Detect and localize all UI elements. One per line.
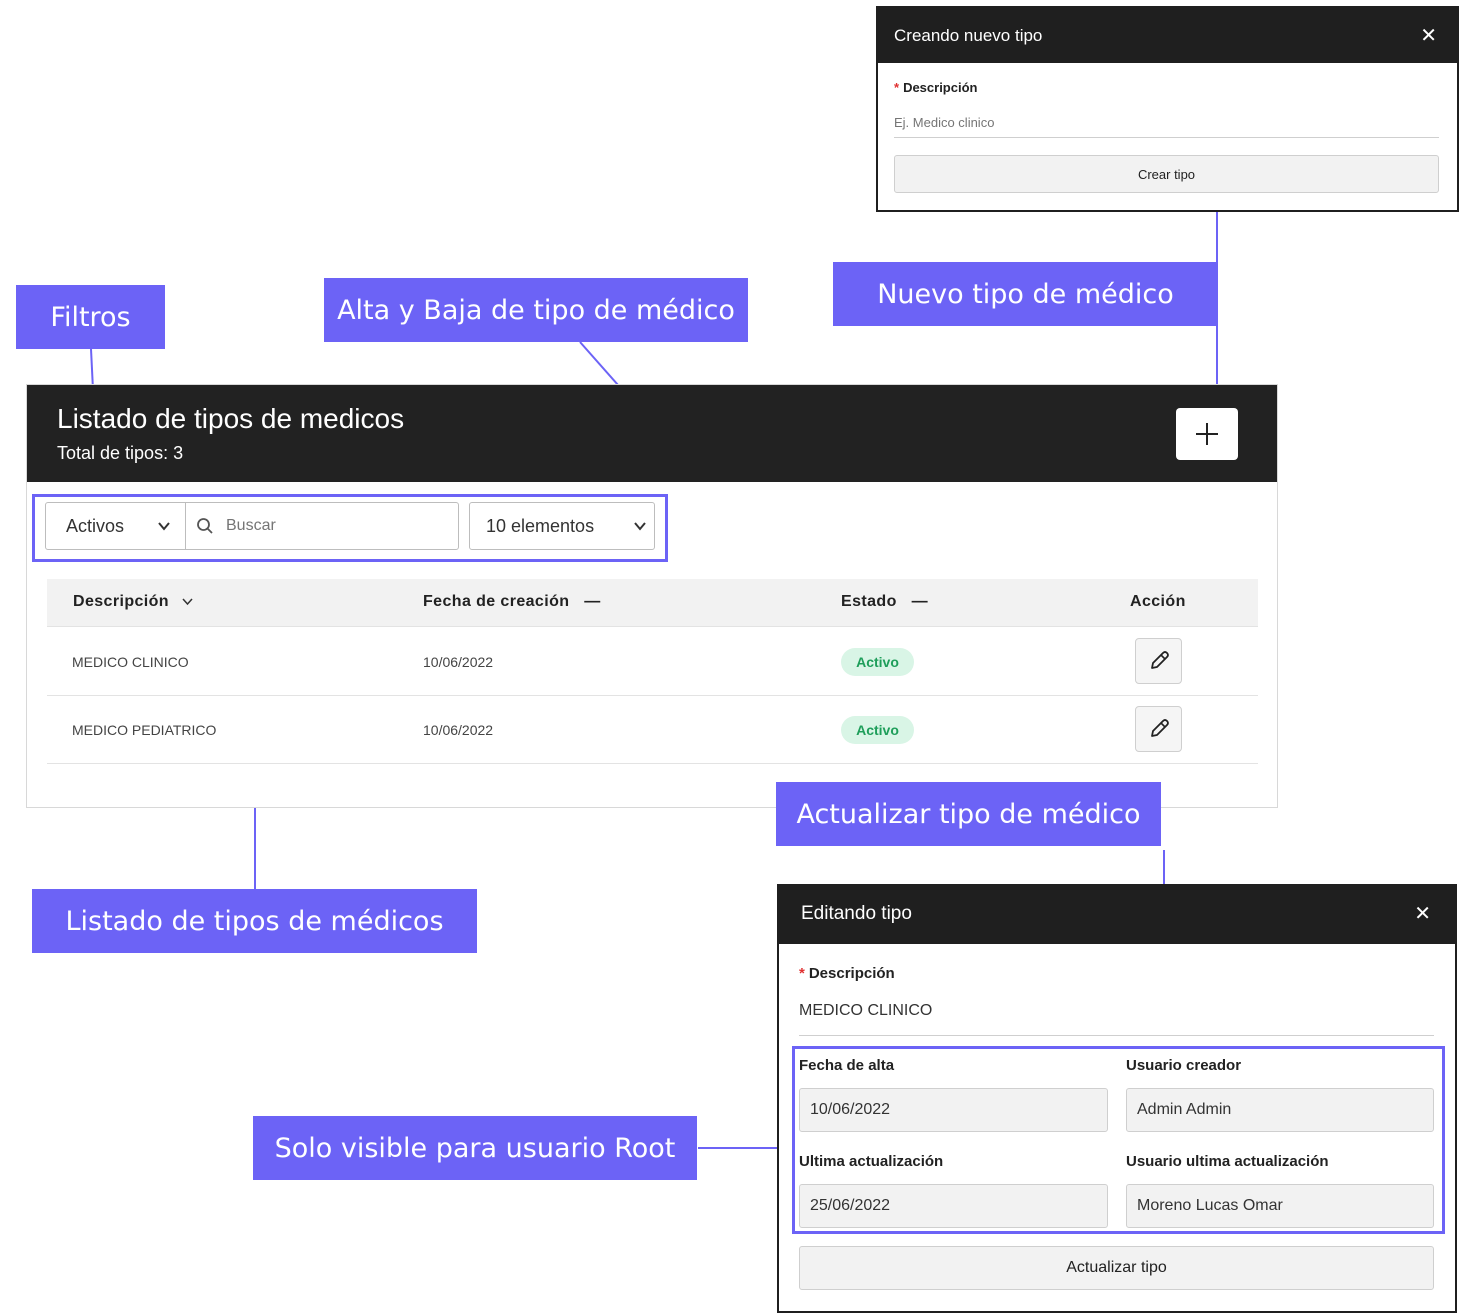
fecha-alta-field: 10/06/2022	[799, 1088, 1108, 1132]
chevron-down-icon	[158, 522, 170, 531]
total-count: Total de tipos: 3	[57, 443, 184, 463]
edit-description-input[interactable]: MEDICO CLINICO	[799, 1002, 1434, 1036]
row-descripcion: MEDICO CLINICO	[72, 654, 189, 670]
usuario-ultima-label: Usuario ultima actualización	[1126, 1153, 1329, 1170]
chevron-down-icon	[634, 522, 646, 531]
sort-dash-icon: —	[911, 593, 929, 610]
column-fecha[interactable]: Fecha de creación —	[423, 593, 601, 611]
fecha-alta-label: Fecha de alta	[799, 1057, 895, 1074]
panel-header: Listado de tipos de medicos Total de tip…	[27, 385, 1277, 482]
column-estado[interactable]: Estado —	[841, 593, 928, 611]
search-input[interactable]	[226, 517, 446, 535]
status-select-value: Activos	[66, 515, 125, 536]
ultima-actualizacion-label: Ultima actualización	[799, 1153, 944, 1170]
row-descripcion: MEDICO PEDIATRICO	[72, 722, 217, 738]
edit-modal-title: Editando tipo	[801, 903, 912, 924]
search-icon	[197, 518, 213, 534]
pencil-icon	[1150, 651, 1169, 669]
callout-listado: Listado de tipos de médicos	[32, 889, 477, 953]
status-select[interactable]: Activos	[45, 502, 186, 550]
search-field[interactable]	[185, 502, 459, 550]
edit-type-modal: Editando tipo ✕ * Descripción MEDICO CLIN…	[777, 884, 1457, 1313]
close-icon[interactable]: ✕	[1414, 904, 1431, 924]
callout-filtros: Filtros	[16, 285, 165, 349]
column-accion: Acción	[1130, 593, 1186, 610]
table-header: Descripción Fecha de creación — Estado —…	[47, 579, 1258, 627]
usuario-creador-label: Usuario creador	[1126, 1057, 1242, 1074]
callout-root: Solo visible para usuario Root	[253, 1116, 697, 1180]
callout-nuevo: Nuevo tipo de médico	[833, 262, 1218, 326]
row-fecha: 10/06/2022	[423, 722, 494, 738]
callout-actualizar: Actualizar tipo de médico	[776, 782, 1161, 846]
edit-modal-header: Editando tipo ✕	[779, 884, 1455, 944]
row-fecha: 10/06/2022	[423, 654, 494, 670]
edit-button[interactable]	[1135, 638, 1182, 684]
types-list-panel: Listado de tipos de medicos Total de tip…	[26, 384, 1278, 808]
plus-icon	[1196, 423, 1218, 445]
update-type-button[interactable]: Actualizar tipo	[799, 1246, 1434, 1290]
edit-button[interactable]	[1135, 706, 1182, 752]
table-row: MEDICO CLINICO 10/06/2022 Activo	[47, 628, 1258, 696]
status-badge[interactable]: Activo	[841, 648, 914, 676]
chevron-down-icon	[182, 598, 193, 605]
column-descripcion[interactable]: Descripción	[73, 593, 193, 611]
usuario-creador-field: Admin Admin	[1126, 1088, 1434, 1132]
ultima-actualizacion-field: 25/06/2022	[799, 1184, 1108, 1228]
status-badge[interactable]: Activo	[841, 716, 914, 744]
page-size-select[interactable]: 10 elementos	[469, 502, 655, 550]
pencil-icon	[1150, 719, 1169, 737]
sort-dash-icon: —	[584, 593, 601, 610]
add-type-button[interactable]	[1176, 408, 1238, 460]
page-title: Listado de tipos de medicos	[57, 403, 405, 434]
edit-description-label: * Descripción	[799, 965, 895, 982]
filters-group: Activos 10 elementos	[32, 494, 668, 562]
table-row: MEDICO PEDIATRICO 10/06/2022 Activo	[47, 696, 1258, 764]
page-size-value: 10 elementos	[486, 515, 595, 536]
callout-alta-baja: Alta y Baja de tipo de médico	[324, 278, 748, 342]
usuario-ultima-field: Moreno Lucas Omar	[1126, 1184, 1434, 1228]
